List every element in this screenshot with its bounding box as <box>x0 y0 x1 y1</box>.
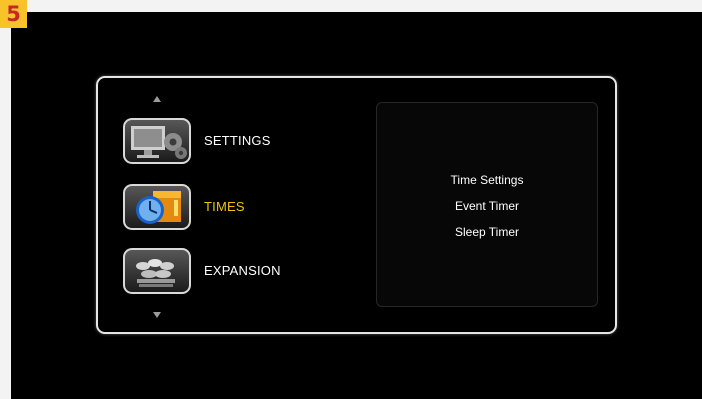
scroll-down-arrow-icon[interactable] <box>153 312 161 318</box>
submenu-item-event-timer[interactable]: Event Timer <box>377 199 597 213</box>
settings-monitor-gears-icon <box>123 118 191 164</box>
expansion-icon <box>123 248 191 294</box>
menu-item-times[interactable]: TIMES <box>123 184 343 232</box>
menu-item-settings-label: SETTINGS <box>204 133 271 148</box>
menu-item-expansion[interactable]: EXPANSION <box>123 248 343 296</box>
submenu-item-sleep-timer[interactable]: Sleep Timer <box>377 225 597 239</box>
menu-item-expansion-label: EXPANSION <box>204 263 281 278</box>
step-number-badge: 5 <box>0 0 27 28</box>
submenu-item-time-settings[interactable]: Time Settings <box>377 173 597 187</box>
scroll-up-arrow-icon[interactable] <box>153 96 161 102</box>
menu-item-times-label: TIMES <box>204 199 245 214</box>
submenu-panel: Time Settings Event Timer Sleep Timer <box>376 102 598 307</box>
clock-calendar-icon <box>123 184 191 230</box>
menu-item-settings[interactable]: SETTINGS <box>123 118 343 166</box>
